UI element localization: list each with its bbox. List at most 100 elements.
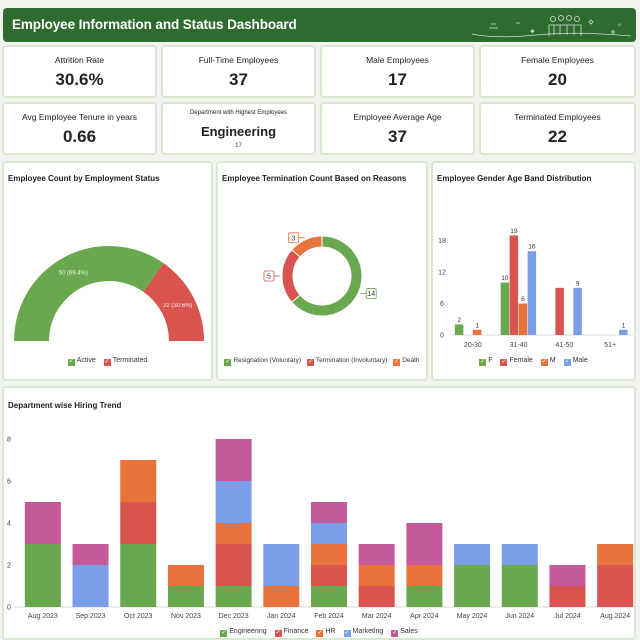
bar-segment-finance bbox=[120, 502, 157, 544]
kpi-female-employees: Female Employees 20 bbox=[479, 45, 636, 98]
bar-segment-engineering bbox=[120, 544, 157, 607]
bar-segment-hr bbox=[263, 586, 300, 607]
bar-m bbox=[472, 329, 482, 335]
x-tick-label: 51+ bbox=[604, 342, 616, 349]
donut-data-label: 14 bbox=[367, 291, 375, 298]
bar-female bbox=[509, 235, 519, 335]
employment-status-panel: Employee Count by Employment Status 50 (… bbox=[2, 161, 213, 381]
kpi-male-employees: Male Employees 17 bbox=[320, 45, 475, 98]
checkmark-icon: ✓ bbox=[393, 359, 401, 366]
bar-segment-sales bbox=[311, 502, 347, 523]
legend-item-death[interactable]: ✓ Death bbox=[393, 357, 420, 366]
age-band-bar-chart: 0 6 12 18 20-30 2 1 31-40 10 19 6 16 41-50 9 51+ 1 bbox=[438, 228, 633, 349]
x-tick-label: Jun 2024 bbox=[505, 613, 534, 620]
y-tick-label: 4 bbox=[7, 521, 11, 528]
kpi-top-department: Department with Highest Employees Engine… bbox=[161, 102, 316, 155]
bar-segment-hr bbox=[215, 523, 252, 544]
legend-item-hr[interactable]: ✓ HR bbox=[316, 628, 336, 637]
x-tick-label: Nov 2023 bbox=[171, 613, 201, 620]
bar-f bbox=[500, 282, 510, 335]
legend-item-active[interactable]: ✓ Active bbox=[67, 357, 96, 366]
y-tick-label: 8 bbox=[7, 437, 11, 444]
legend-label: M bbox=[549, 357, 556, 364]
bar-segment-sales bbox=[72, 544, 109, 565]
kpi-label: Avg Employee Tenure in years bbox=[22, 112, 137, 122]
bar-segment-hr bbox=[120, 460, 157, 502]
bar-segment-engineering bbox=[215, 586, 252, 607]
legend-label: Engineering bbox=[229, 628, 267, 635]
donut-data-label: 5 bbox=[267, 274, 271, 281]
kpi-value: 22 bbox=[548, 127, 567, 146]
checkmark-icon: ✓ bbox=[343, 630, 351, 637]
x-tick-label: Mar 2024 bbox=[362, 613, 392, 620]
bar-segment-engineering bbox=[501, 565, 538, 607]
bar-segment-hr bbox=[597, 544, 634, 565]
legend-item-female[interactable]: ✓ Female bbox=[500, 357, 533, 366]
kpi-label: Female Employees bbox=[521, 55, 594, 65]
chart-legend: ✓ Active ✓ Terminated bbox=[4, 357, 211, 366]
legend-item-f[interactable]: ✓ F bbox=[479, 357, 493, 366]
kpi-label: Employee Average Age bbox=[353, 112, 442, 122]
y-tick-label: 6 bbox=[440, 301, 444, 308]
x-tick-label: Aug 2023 bbox=[28, 613, 58, 620]
kpi-average-age: Employee Average Age 37 bbox=[320, 102, 475, 155]
legend-item-sales[interactable]: ✓ Sales bbox=[391, 628, 418, 637]
kpi-full-time-employees: Full-Time Employees 37 bbox=[161, 45, 316, 98]
bar-segment-hr bbox=[311, 544, 347, 565]
bar-segment-marketing bbox=[215, 481, 252, 523]
gauge-segment-active bbox=[14, 245, 164, 341]
legend-item-engineering[interactable]: ✓ Engineering bbox=[220, 628, 267, 637]
y-tick-label: 2 bbox=[7, 563, 11, 570]
kpi-value: 20 bbox=[548, 70, 567, 89]
bar-data-label: 2 bbox=[457, 317, 461, 324]
legend-item-male[interactable]: ✓ Male bbox=[563, 357, 588, 366]
bar-segment-engineering bbox=[454, 565, 491, 607]
bar-data-label: 6 bbox=[521, 296, 525, 303]
bar-m bbox=[518, 303, 528, 335]
checkmark-icon: ✓ bbox=[67, 359, 75, 366]
kpi-label: Male Employees bbox=[366, 55, 429, 65]
gauge-chart: 50 (69.4%) 22 (30.6%) bbox=[14, 245, 204, 341]
bar-segment-sales bbox=[24, 502, 61, 544]
legend-label: Active bbox=[76, 357, 96, 364]
checkmark-icon: ✓ bbox=[500, 359, 508, 366]
checkmark-icon: ✓ bbox=[316, 630, 324, 637]
legend-item-termination[interactable]: ✓ Termination (Involuntary) bbox=[306, 357, 387, 366]
bar-segment-marketing bbox=[263, 544, 300, 586]
bar-segment-engineering bbox=[24, 544, 61, 607]
legend-item-marketing[interactable]: ✓ Marketing bbox=[343, 628, 384, 637]
chart-legend: ✓ F ✓ Female ✓ M ✓ Male bbox=[433, 357, 634, 366]
legend-item-m[interactable]: ✓ M bbox=[540, 357, 556, 366]
termination-reasons-panel: Employee Termination Count Based on Reas… bbox=[216, 161, 428, 381]
gauge-data-label: 50 (69.4%) bbox=[59, 270, 88, 276]
hiring-trend-panel: Department wise Hiring Trend 0 2 4 6 8 Aug 20… bbox=[2, 386, 636, 640]
bar-segment-finance bbox=[358, 586, 395, 607]
x-tick-label: 20-30 bbox=[464, 342, 482, 349]
legend-label: Marketing bbox=[352, 628, 384, 635]
donut-chart: 14 5 3 bbox=[263, 232, 377, 317]
legend-item-terminated[interactable]: ✓ Terminated bbox=[103, 357, 147, 366]
kpi-label: Department with Highest Employees bbox=[189, 110, 288, 116]
chart-legend: ✓ Resignation (Voluntary) ✓ Termination (I… bbox=[218, 357, 426, 366]
bar-segment-finance bbox=[311, 565, 347, 586]
legend-label: Resignation (Voluntary) bbox=[233, 357, 302, 364]
x-tick-label: Dec 2023 bbox=[219, 613, 249, 620]
x-tick-label: Sep 2023 bbox=[76, 613, 106, 620]
svg-text:✦: ✦ bbox=[529, 27, 536, 36]
legend-item-finance[interactable]: ✓ Finance bbox=[274, 628, 309, 637]
checkmark-icon: ✓ bbox=[306, 359, 314, 366]
legend-item-resignation[interactable]: ✓ Resignation (Voluntary) bbox=[224, 357, 301, 366]
bar-male bbox=[527, 251, 537, 335]
kpi-value: Engineering bbox=[200, 124, 277, 139]
x-tick-label: Feb 2024 bbox=[314, 613, 344, 620]
checkmark-icon: ✓ bbox=[391, 630, 399, 637]
legend-label: Finance bbox=[283, 628, 309, 635]
legend-label: Death bbox=[402, 357, 420, 364]
bar-data-label: 19 bbox=[510, 228, 518, 235]
checkmark-icon: ✓ bbox=[563, 359, 571, 366]
kpi-value: 30.6% bbox=[55, 70, 104, 89]
bar-f bbox=[454, 324, 464, 335]
bar-segment-engineering bbox=[311, 586, 347, 607]
bar-segment-sales bbox=[549, 565, 586, 586]
chart-legend: ✓ Engineering ✓ Finance ✓ HR ✓ Marketing ✓ Sa… bbox=[4, 628, 634, 637]
